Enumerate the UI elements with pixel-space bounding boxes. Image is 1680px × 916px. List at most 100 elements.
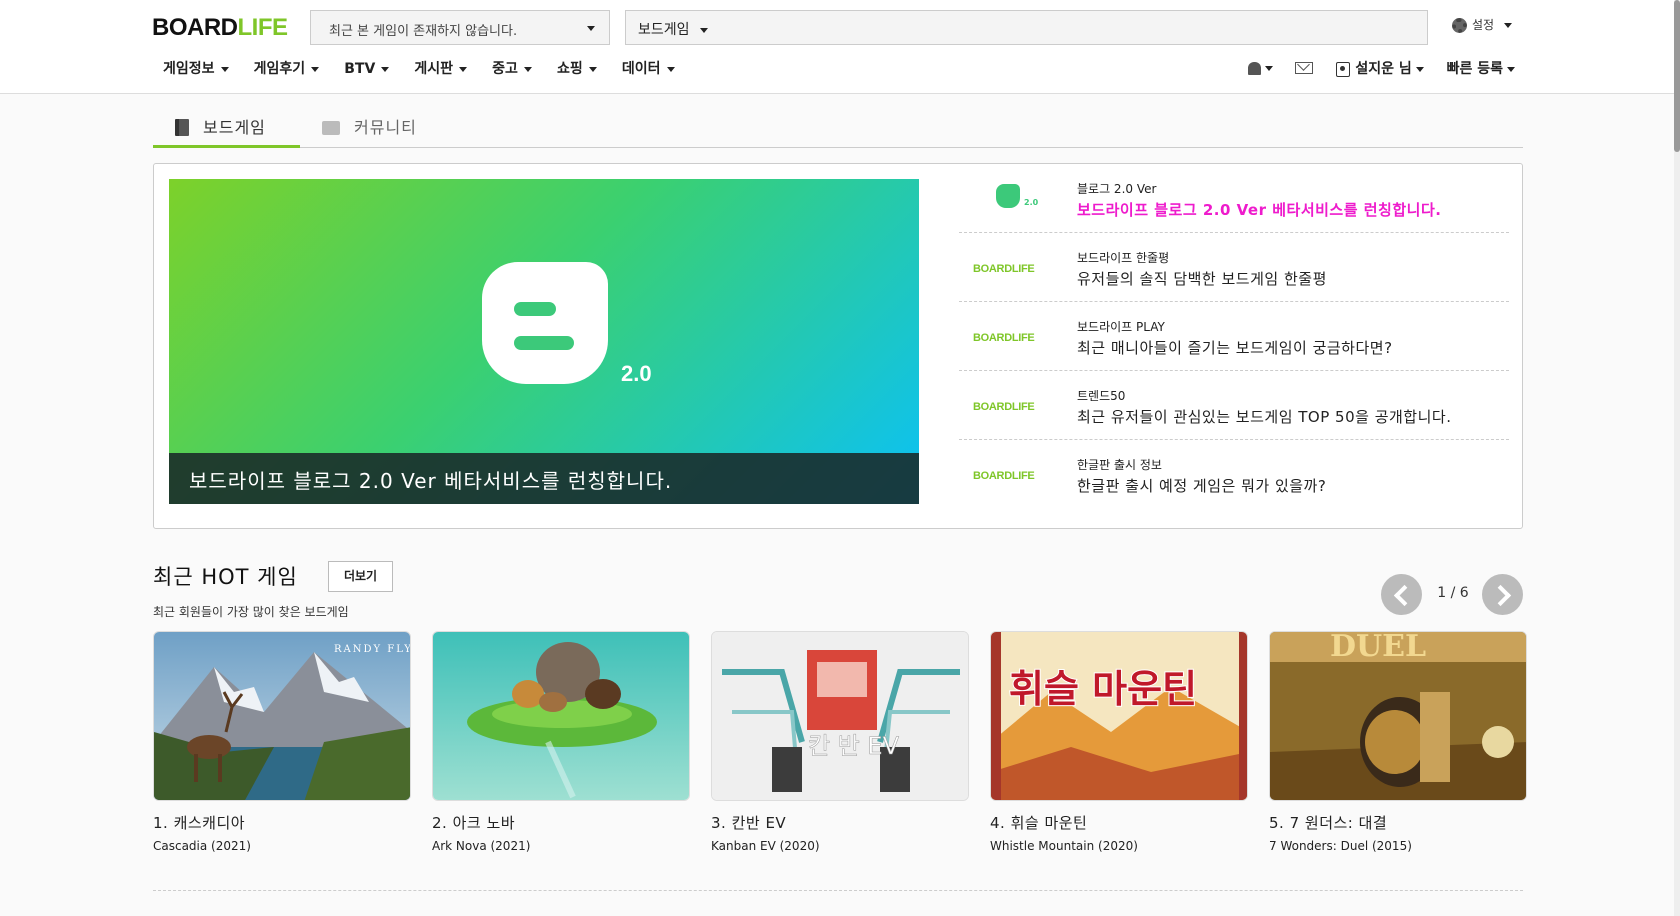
scrollbar-thumb[interactable] <box>1674 0 1680 152</box>
user-menu[interactable]: 설지운 님 <box>1336 58 1424 78</box>
news-thumbnail: BOARDLIFE <box>959 243 1054 293</box>
user-icon <box>1336 61 1351 77</box>
cover-text: 칸 반 EV <box>808 732 900 760</box>
prev-arrow-icon[interactable] <box>1381 574 1422 615</box>
notifications-button[interactable] <box>1247 60 1273 76</box>
chevron-down-icon <box>587 26 595 31</box>
news-thumbnail: 2.0 <box>959 174 1054 224</box>
game-card[interactable]: DUEL 5. 7 원더스: 대결 7 Wonders: Duel (2015) <box>1269 631 1527 853</box>
logo-board-text: BOARD <box>152 14 238 41</box>
game-cover[interactable] <box>432 631 690 801</box>
cover-text: 휘슬 마운틴 <box>1009 667 1197 711</box>
cover-text: DUEL <box>1330 632 1426 664</box>
section-divider <box>153 890 1523 891</box>
game-cover[interactable]: RANDY FLYNN <box>153 631 411 801</box>
recent-games-dropdown[interactable]: 최근 본 게임이 존재하지 않습니다. <box>310 10 610 45</box>
settings-button[interactable]: 설정 <box>1452 16 1513 33</box>
game-subtitle: Cascadia (2021) <box>153 839 251 853</box>
more-button[interactable]: 더보기 <box>328 561 393 592</box>
chevron-down-icon <box>220 66 229 72</box>
nav-label: 게임후기 <box>253 61 306 77</box>
chevron-down-icon <box>523 66 532 72</box>
nav-label: 중고 <box>492 61 518 77</box>
messages-button[interactable] <box>1295 60 1314 76</box>
chevron-down-icon <box>666 66 675 72</box>
game-card[interactable]: 칸 반 EV 3. 칸반 EV Kanban EV (2020) <box>711 631 969 853</box>
news-thumbnail: BOARDLIFE <box>959 381 1054 431</box>
news-title[interactable]: 보드라이프 블로그 2.0 Ver 베타서비스를 런칭합니다. <box>1077 199 1441 220</box>
main-banner[interactable]: 2.0 보드라이프 블로그 2.0 Ver 베타서비스를 런칭합니다. <box>169 179 919 504</box>
news-item[interactable]: 2.0 블로그 2.0 Ver 보드라이프 블로그 2.0 Ver 베타서비스를… <box>959 164 1509 233</box>
bell-icon <box>1247 61 1261 75</box>
quick-register-menu[interactable]: 빠른 등록 <box>1447 58 1515 78</box>
news-title[interactable]: 유저들의 솔직 담백한 보드게임 한줄평 <box>1077 268 1327 289</box>
nav-item-board[interactable]: 게시판 <box>414 58 468 78</box>
news-item[interactable]: BOARDLIFE 보드라이프 PLAY 최근 매니아들이 즐기는 보드게임이 … <box>959 302 1509 371</box>
nav-item-game-info[interactable]: 게임정보 <box>163 58 229 78</box>
game-title[interactable]: 3. 칸반 EV <box>711 812 969 833</box>
game-title[interactable]: 2. 아크 노바 <box>432 812 690 833</box>
tab-label: 커뮤니티 <box>354 118 417 137</box>
news-item[interactable]: BOARDLIFE 트렌드50 최근 유저들이 관심있는 보드게임 TOP 50… <box>959 371 1509 440</box>
game-subtitle: Kanban EV (2020) <box>711 839 820 853</box>
nav-label: 게임정보 <box>163 61 215 77</box>
featured-panel: 2.0 보드라이프 블로그 2.0 Ver 베타서비스를 런칭합니다. 2.0 … <box>153 163 1523 529</box>
chevron-down-icon <box>1504 23 1513 28</box>
news-title[interactable]: 최근 유저들이 관심있는 보드게임 TOP 50을 공개합니다. <box>1077 406 1451 427</box>
quick-register-label: 빠른 등록 <box>1446 61 1503 77</box>
chevron-down-icon <box>311 66 320 72</box>
chevron-down-icon <box>459 66 468 72</box>
nav-item-btv[interactable]: BTV <box>344 61 390 77</box>
game-card[interactable]: 2. 아크 노바 Ark Nova (2021) <box>432 631 690 853</box>
book-icon <box>175 119 189 136</box>
banner-caption: 보드라이프 블로그 2.0 Ver 베타서비스를 런칭합니다. <box>169 453 919 504</box>
chevron-down-icon <box>1264 65 1273 71</box>
game-title[interactable]: 4. 휘슬 마운틴 <box>990 812 1248 833</box>
news-title[interactable]: 최근 매니아들이 즐기는 보드게임이 궁금하다면? <box>1077 337 1393 358</box>
game-cover[interactable]: 휘슬 마운틴 <box>990 631 1248 801</box>
hot-section-title: 최근 HOT 게임 <box>153 565 298 589</box>
thumb-text: 2.0 <box>1024 198 1039 207</box>
news-thumbnail: BOARDLIFE <box>959 312 1054 362</box>
news-item[interactable]: BOARDLIFE 한글판 출시 정보 한글판 출시 예정 게임은 뭐가 있을까… <box>959 440 1509 509</box>
boardlife-mini-logo: BOARDLIFE <box>973 332 1035 344</box>
game-title[interactable]: 1. 캐스캐디아 <box>153 812 411 833</box>
tab-community[interactable]: 커뮤니티 <box>300 104 450 148</box>
page-scrollbar[interactable] <box>1674 0 1680 916</box>
nav-item-shopping[interactable]: 쇼핑 <box>557 58 597 78</box>
news-list: 2.0 블로그 2.0 Ver 보드라이프 블로그 2.0 Ver 베타서비스를… <box>959 164 1509 509</box>
settings-label: 설정 <box>1472 18 1495 32</box>
page-indicator: 1 / 6 <box>1437 585 1469 601</box>
game-card[interactable]: RANDY FLYNN 1. 캐스캐디아 Cascadia (2021) <box>153 631 411 853</box>
tab-boardgame[interactable]: 보드게임 <box>153 104 300 148</box>
game-card[interactable]: 휘슬 마운틴 4. 휘슬 마운틴 Whistle Mountain (2020) <box>990 631 1248 853</box>
nav-item-data[interactable]: 데이터 <box>622 58 675 78</box>
game-cover[interactable]: DUEL <box>1269 631 1527 801</box>
game-subtitle: Ark Nova (2021) <box>432 839 531 853</box>
boardlife-mini-logo: BOARDLIFE <box>973 401 1035 413</box>
next-arrow-icon[interactable] <box>1482 574 1523 615</box>
chevron-down-icon <box>1415 66 1424 72</box>
search-category-select[interactable]: 보드게임 <box>638 22 690 38</box>
nav-item-used[interactable]: 중고 <box>492 58 532 78</box>
news-category: 보드라이프 PLAY <box>1077 320 1165 334</box>
gear-icon <box>1452 18 1467 33</box>
news-item[interactable]: BOARDLIFE 보드라이프 한줄평 유저들의 솔직 담백한 보드게임 한줄평 <box>959 233 1509 302</box>
nav-label: 데이터 <box>621 61 661 77</box>
news-category: 트렌드50 <box>1077 389 1126 403</box>
boardlife-logo[interactable]: BOARDLIFE <box>152 14 288 42</box>
nav-item-game-review[interactable]: 게임후기 <box>254 58 320 78</box>
game-title[interactable]: 5. 7 원더스: 대결 <box>1269 812 1527 833</box>
blogger-logo-icon <box>482 262 608 384</box>
chat-icon <box>322 121 340 135</box>
news-category: 한글판 출시 정보 <box>1077 458 1162 472</box>
search-input[interactable]: 보드게임 <box>625 10 1428 45</box>
mail-icon <box>1295 62 1314 74</box>
main-nav: 게임정보 게임후기 BTV 게시판 중고 쇼핑 데이터 <box>163 58 695 78</box>
carousel-pager: 1 / 6 <box>1381 574 1523 616</box>
hot-section-subtitle: 최근 회원들이 가장 많이 찾은 보드게임 <box>153 605 349 619</box>
news-title[interactable]: 한글판 출시 예정 게임은 뭐가 있을까? <box>1077 475 1326 496</box>
nav-label: 쇼핑 <box>557 61 583 77</box>
game-cover[interactable]: 칸 반 EV <box>711 631 969 801</box>
tab-label: 보드게임 <box>203 118 266 137</box>
